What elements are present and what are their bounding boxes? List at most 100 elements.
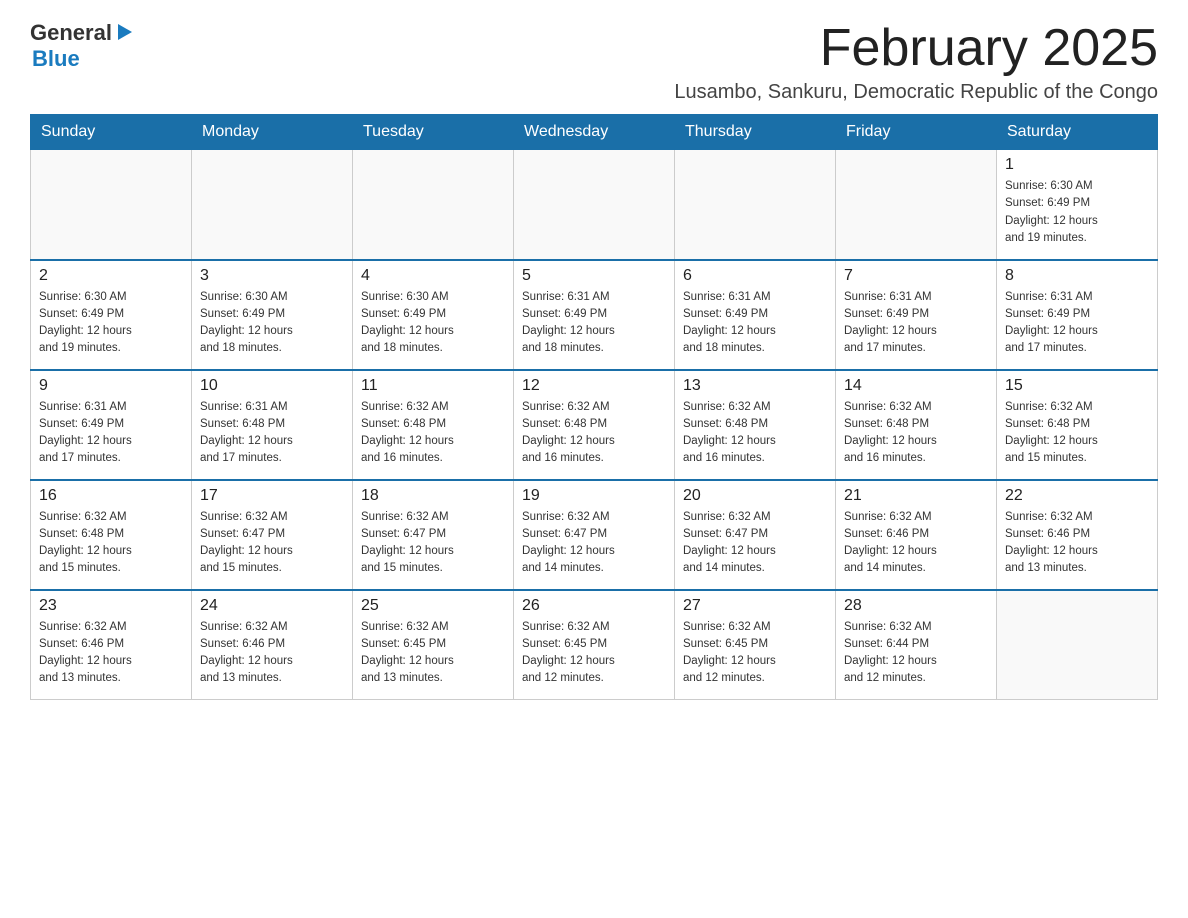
location-subtitle: Lusambo, Sankuru, Democratic Republic of… bbox=[674, 81, 1158, 104]
calendar-cell: 1 Sunrise: 6:30 AM Sunset: 6:49 PM Daylig… bbox=[997, 150, 1158, 260]
day-info: Sunrise: 6:32 AM Sunset: 6:48 PM Dayligh… bbox=[844, 399, 988, 468]
header-thursday: Thursday bbox=[675, 115, 836, 150]
calendar-cell: 3 Sunrise: 6:30 AM Sunset: 6:49 PM Daylig… bbox=[192, 260, 353, 370]
logo-arrow-icon bbox=[114, 21, 136, 43]
day-number: 6 bbox=[683, 267, 827, 285]
calendar-week-row-1: 1 Sunrise: 6:30 AM Sunset: 6:49 PM Daylig… bbox=[31, 150, 1158, 260]
header-monday: Monday bbox=[192, 115, 353, 150]
day-number: 21 bbox=[844, 487, 988, 505]
day-number: 28 bbox=[844, 597, 988, 615]
day-number: 20 bbox=[683, 487, 827, 505]
day-number: 22 bbox=[1005, 487, 1149, 505]
calendar-cell: 26 Sunrise: 6:32 AM Sunset: 6:45 PM Dayli… bbox=[514, 590, 675, 700]
logo-general-text: General bbox=[30, 20, 112, 46]
calendar-cell: 14Sunrise: 6:32 AM Sunset: 6:48 PM Dayli… bbox=[836, 370, 997, 480]
day-info: Sunrise: 6:32 AM Sunset: 6:48 PM Dayligh… bbox=[683, 399, 827, 468]
calendar-cell: 5 Sunrise: 6:31 AM Sunset: 6:49 PM Daylig… bbox=[514, 260, 675, 370]
day-info: Sunrise: 6:32 AM Sunset: 6:47 PM Dayligh… bbox=[361, 509, 505, 578]
calendar-week-row-2: 2 Sunrise: 6:30 AM Sunset: 6:49 PM Daylig… bbox=[31, 260, 1158, 370]
calendar-cell: 24 Sunrise: 6:32 AM Sunset: 6:46 PM Dayli… bbox=[192, 590, 353, 700]
day-info: Sunrise: 6:31 AM Sunset: 6:49 PM Dayligh… bbox=[522, 289, 666, 358]
calendar-cell bbox=[192, 150, 353, 260]
day-info: Sunrise: 6:30 AM Sunset: 6:49 PM Dayligh… bbox=[200, 289, 344, 358]
calendar-cell: 28 Sunrise: 6:32 AM Sunset: 6:44 PM Dayli… bbox=[836, 590, 997, 700]
day-number: 18 bbox=[361, 487, 505, 505]
calendar-cell: 13Sunrise: 6:32 AM Sunset: 6:48 PM Dayli… bbox=[675, 370, 836, 480]
day-info: Sunrise: 6:32 AM Sunset: 6:46 PM Dayligh… bbox=[1005, 509, 1149, 578]
page-header: General Blue February 2025 Lusambo, Sank… bbox=[30, 20, 1158, 104]
calendar-cell: 9 Sunrise: 6:31 AM Sunset: 6:49 PM Daylig… bbox=[31, 370, 192, 480]
day-number: 5 bbox=[522, 267, 666, 285]
calendar-cell bbox=[514, 150, 675, 260]
calendar-week-row-4: 16Sunrise: 6:32 AM Sunset: 6:48 PM Dayli… bbox=[31, 480, 1158, 590]
day-number: 3 bbox=[200, 267, 344, 285]
day-info: Sunrise: 6:32 AM Sunset: 6:46 PM Dayligh… bbox=[39, 619, 183, 688]
day-info: Sunrise: 6:30 AM Sunset: 6:49 PM Dayligh… bbox=[1005, 178, 1149, 247]
day-info: Sunrise: 6:32 AM Sunset: 6:48 PM Dayligh… bbox=[1005, 399, 1149, 468]
calendar-cell bbox=[836, 150, 997, 260]
day-number: 27 bbox=[683, 597, 827, 615]
day-number: 17 bbox=[200, 487, 344, 505]
calendar-cell: 17 Sunrise: 6:32 AM Sunset: 6:47 PM Dayli… bbox=[192, 480, 353, 590]
calendar-cell: 15Sunrise: 6:32 AM Sunset: 6:48 PM Dayli… bbox=[997, 370, 1158, 480]
header-tuesday: Tuesday bbox=[353, 115, 514, 150]
calendar-cell: 11Sunrise: 6:32 AM Sunset: 6:48 PM Dayli… bbox=[353, 370, 514, 480]
day-info: Sunrise: 6:32 AM Sunset: 6:46 PM Dayligh… bbox=[200, 619, 344, 688]
title-section: February 2025 Lusambo, Sankuru, Democrat… bbox=[674, 20, 1158, 104]
day-info: Sunrise: 6:32 AM Sunset: 6:45 PM Dayligh… bbox=[683, 619, 827, 688]
day-number: 25 bbox=[361, 597, 505, 615]
calendar-cell: 20 Sunrise: 6:32 AM Sunset: 6:47 PM Dayli… bbox=[675, 480, 836, 590]
calendar-cell: 18 Sunrise: 6:32 AM Sunset: 6:47 PM Dayli… bbox=[353, 480, 514, 590]
calendar-cell: 21 Sunrise: 6:32 AM Sunset: 6:46 PM Dayli… bbox=[836, 480, 997, 590]
day-number: 2 bbox=[39, 267, 183, 285]
day-number: 24 bbox=[200, 597, 344, 615]
calendar-cell: 4Sunrise: 6:30 AM Sunset: 6:49 PM Daylig… bbox=[353, 260, 514, 370]
day-number: 16 bbox=[39, 487, 183, 505]
calendar-cell: 12 Sunrise: 6:32 AM Sunset: 6:48 PM Dayli… bbox=[514, 370, 675, 480]
day-number: 12 bbox=[522, 377, 666, 395]
day-info: Sunrise: 6:32 AM Sunset: 6:47 PM Dayligh… bbox=[522, 509, 666, 578]
day-number: 19 bbox=[522, 487, 666, 505]
day-info: Sunrise: 6:32 AM Sunset: 6:47 PM Dayligh… bbox=[200, 509, 344, 578]
day-info: Sunrise: 6:32 AM Sunset: 6:44 PM Dayligh… bbox=[844, 619, 988, 688]
header-wednesday: Wednesday bbox=[514, 115, 675, 150]
calendar-cell: 27 Sunrise: 6:32 AM Sunset: 6:45 PM Dayli… bbox=[675, 590, 836, 700]
day-info: Sunrise: 6:31 AM Sunset: 6:49 PM Dayligh… bbox=[844, 289, 988, 358]
logo-blue-text: Blue bbox=[32, 46, 136, 72]
day-number: 8 bbox=[1005, 267, 1149, 285]
calendar-week-row-3: 9 Sunrise: 6:31 AM Sunset: 6:49 PM Daylig… bbox=[31, 370, 1158, 480]
calendar-cell: 7 Sunrise: 6:31 AM Sunset: 6:49 PM Daylig… bbox=[836, 260, 997, 370]
calendar-cell: 8 Sunrise: 6:31 AM Sunset: 6:49 PM Daylig… bbox=[997, 260, 1158, 370]
day-info: Sunrise: 6:31 AM Sunset: 6:49 PM Dayligh… bbox=[39, 399, 183, 468]
day-info: Sunrise: 6:32 AM Sunset: 6:46 PM Dayligh… bbox=[844, 509, 988, 578]
header-sunday: Sunday bbox=[31, 115, 192, 150]
day-number: 1 bbox=[1005, 156, 1149, 174]
calendar-table: Sunday Monday Tuesday Wednesday Thursday… bbox=[30, 114, 1158, 700]
calendar-cell: 6Sunrise: 6:31 AM Sunset: 6:49 PM Daylig… bbox=[675, 260, 836, 370]
day-info: Sunrise: 6:32 AM Sunset: 6:45 PM Dayligh… bbox=[361, 619, 505, 688]
header-saturday: Saturday bbox=[997, 115, 1158, 150]
calendar-cell: 25 Sunrise: 6:32 AM Sunset: 6:45 PM Dayli… bbox=[353, 590, 514, 700]
day-info: Sunrise: 6:30 AM Sunset: 6:49 PM Dayligh… bbox=[39, 289, 183, 358]
calendar-cell: 2 Sunrise: 6:30 AM Sunset: 6:49 PM Daylig… bbox=[31, 260, 192, 370]
day-number: 26 bbox=[522, 597, 666, 615]
calendar-cell bbox=[353, 150, 514, 260]
day-info: Sunrise: 6:32 AM Sunset: 6:48 PM Dayligh… bbox=[522, 399, 666, 468]
day-number: 9 bbox=[39, 377, 183, 395]
calendar-cell bbox=[675, 150, 836, 260]
day-info: Sunrise: 6:31 AM Sunset: 6:48 PM Dayligh… bbox=[200, 399, 344, 468]
calendar-cell bbox=[997, 590, 1158, 700]
day-number: 11 bbox=[361, 377, 505, 395]
day-number: 23 bbox=[39, 597, 183, 615]
calendar-cell: 10Sunrise: 6:31 AM Sunset: 6:48 PM Dayli… bbox=[192, 370, 353, 480]
day-info: Sunrise: 6:31 AM Sunset: 6:49 PM Dayligh… bbox=[1005, 289, 1149, 358]
day-number: 4 bbox=[361, 267, 505, 285]
day-info: Sunrise: 6:32 AM Sunset: 6:45 PM Dayligh… bbox=[522, 619, 666, 688]
day-number: 7 bbox=[844, 267, 988, 285]
calendar-cell: 19 Sunrise: 6:32 AM Sunset: 6:47 PM Dayli… bbox=[514, 480, 675, 590]
logo: General Blue bbox=[30, 20, 136, 72]
calendar-cell: 22 Sunrise: 6:32 AM Sunset: 6:46 PM Dayli… bbox=[997, 480, 1158, 590]
calendar-week-row-5: 23 Sunrise: 6:32 AM Sunset: 6:46 PM Dayli… bbox=[31, 590, 1158, 700]
calendar-cell: 16Sunrise: 6:32 AM Sunset: 6:48 PM Dayli… bbox=[31, 480, 192, 590]
day-info: Sunrise: 6:32 AM Sunset: 6:47 PM Dayligh… bbox=[683, 509, 827, 578]
